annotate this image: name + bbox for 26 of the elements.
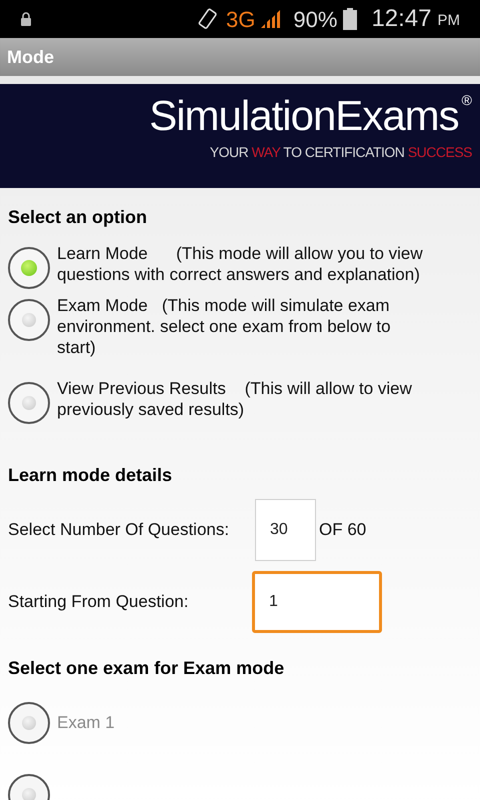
field-label: Starting From Question: <box>8 591 190 614</box>
clock-period: PM <box>438 11 460 32</box>
logo: SimulationExams <box>149 91 459 141</box>
section-heading: Learn mode details <box>8 464 174 487</box>
option-label[interactable]: View Previous Results (This will allow to view previously saved results) <box>57 378 472 420</box>
tagline: YOUR WAY TO CERTIFICATION SUCCESS <box>210 143 472 162</box>
number-field[interactable]: 30 <box>255 499 316 561</box>
battery-percent: 90% <box>293 6 338 34</box>
network-type: 3G <box>226 6 256 34</box>
field-label: Select Number Of Questions: <box>8 519 230 542</box>
number-field[interactable]: 1 <box>252 571 382 633</box>
battery-icon <box>343 8 358 30</box>
question-total: OF 60 <box>319 519 366 542</box>
signal-icon <box>261 10 282 28</box>
radio-button[interactable] <box>8 382 50 424</box>
window-title: Mode <box>7 46 54 68</box>
radio-button[interactable] <box>8 299 50 341</box>
section-heading: Select an option <box>8 206 148 229</box>
lock-icon <box>20 12 32 26</box>
option-label[interactable]: Learn Mode (This mode will allow you to view questions with correct answers and explanation) <box>57 243 472 285</box>
option-label[interactable]: Exam Mode (This mode will simulate exam environment. select one exam from below to start) <box>57 295 472 358</box>
clock: 12:47 <box>371 4 432 34</box>
radio-button[interactable] <box>8 247 50 289</box>
registered-mark: ® <box>462 91 472 110</box>
section-heading: Select one exam for Exam mode <box>8 657 286 680</box>
radio-button[interactable] <box>8 702 50 744</box>
